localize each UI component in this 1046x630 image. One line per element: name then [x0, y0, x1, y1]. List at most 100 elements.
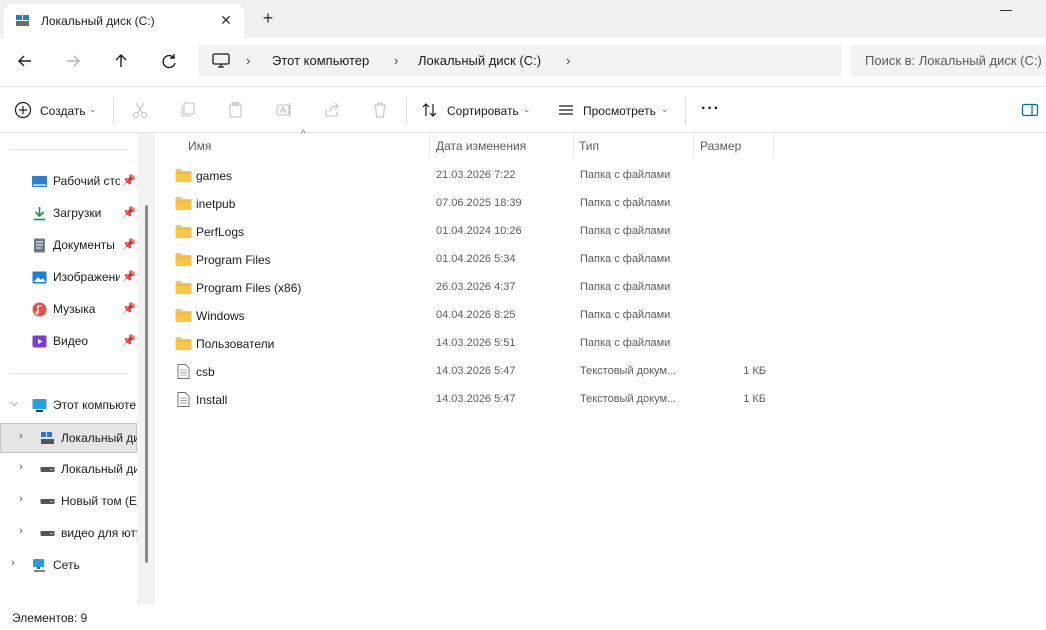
breadcrumb-local-disk[interactable]: Локальный диск (C:)	[418, 53, 541, 68]
file-type: Папка с файлами	[580, 253, 671, 265]
table-row[interactable]: Program Files (x86) 26.03.2026 4:37 Папка …	[169, 274, 774, 302]
paste-icon[interactable]	[227, 101, 245, 119]
file-date: 14.03.2026 5:47	[436, 393, 516, 405]
divider	[10, 373, 128, 374]
details-pane-icon[interactable]	[1021, 101, 1039, 119]
sidebar-item-label: Локальный ди	[61, 462, 137, 476]
sidebar-item-music[interactable]: Музыка 📌	[0, 295, 137, 323]
navigation-pane: Рабочий сто 📌 Загрузки 📌 Документы 📌 Изо…	[0, 133, 155, 605]
refresh-icon[interactable]	[158, 50, 180, 72]
column-divider[interactable]	[693, 133, 694, 157]
minimize-button[interactable]	[1000, 10, 1012, 11]
sidebar-item-label: Видео	[53, 334, 89, 348]
table-row[interactable]: Install 14.03.2026 5:47 Текстовый докум...…	[169, 386, 774, 414]
sidebar-item-downloads[interactable]: Загрузки 📌	[0, 199, 137, 227]
chevron-down-icon: ⌄	[89, 104, 97, 114]
sidebar-item-label: Локальный ди	[61, 431, 137, 445]
chevron-right-icon[interactable]: ›	[19, 525, 23, 537]
command-bar: Создать ⌄ Сортировать ⌄ Просмотреть ⌄ ··…	[0, 86, 1046, 133]
table-row[interactable]: PerfLogs 01.04.2024 10:26 Папка с файлами	[169, 218, 774, 246]
view-button[interactable]: Просмотреть	[583, 104, 656, 118]
chevron-right-icon[interactable]: ›	[19, 493, 23, 505]
sidebar-scrollbar[interactable]	[145, 205, 148, 563]
sidebar-item-video-drive[interactable]: › видео для юту	[0, 519, 137, 547]
pin-icon: 📌	[122, 271, 136, 283]
table-row[interactable]: Windows 04.04.2026 8:25 Папка с файлами	[169, 302, 774, 330]
cut-icon[interactable]	[131, 101, 149, 119]
network-icon	[33, 559, 45, 572]
folder-icon	[175, 336, 192, 351]
close-tab-button[interactable]: ✕	[218, 12, 234, 28]
sidebar-item-pictures[interactable]: Изображени 📌	[0, 263, 137, 291]
file-date: 14.03.2026 5:51	[436, 337, 516, 349]
breadcrumb-this-pc[interactable]: Этот компьютер	[272, 53, 369, 68]
file-name: PerfLogs	[196, 225, 245, 239]
trash-icon[interactable]	[371, 101, 389, 119]
sidebar-item-new-volume[interactable]: › Новый том (E	[0, 487, 137, 515]
video-icon	[32, 335, 47, 348]
folder-icon	[175, 168, 192, 183]
back-arrow-icon[interactable]	[14, 50, 36, 72]
create-button[interactable]: Создать	[40, 104, 86, 118]
sidebar-item-local-disk[interactable]: › Локальный ди	[0, 455, 137, 483]
column-header-date[interactable]: Дата изменения	[436, 139, 526, 153]
text-file-icon	[175, 392, 192, 407]
more-options-button[interactable]: ···	[701, 100, 720, 118]
desktop-icon	[32, 176, 47, 187]
table-row[interactable]: inetpub 07.06.2025 18:39 Папка с файлами	[169, 190, 774, 218]
file-date: 07.06.2025 18:39	[436, 197, 522, 209]
sidebar-item-local-disk-c[interactable]: › Локальный ди	[0, 423, 137, 453]
tab-local-disk[interactable]: Локальный диск (C:) ✕	[4, 4, 244, 38]
new-tab-button[interactable]: +	[259, 9, 277, 28]
table-row[interactable]: Пользователи 14.03.2026 5:51 Папка с файла…	[169, 330, 774, 358]
table-row[interactable]: csb 14.03.2026 5:47 Текстовый докум... 1 КБ	[169, 358, 774, 386]
forward-arrow-icon[interactable]	[62, 50, 84, 72]
column-divider[interactable]	[573, 133, 574, 157]
file-list: ^ Имя Дата изменения Тип Размер games 21.…	[155, 129, 1046, 605]
up-arrow-icon[interactable]	[110, 50, 132, 72]
chevron-right-icon[interactable]: ›	[19, 461, 23, 473]
file-type: Папка с файлами	[580, 309, 671, 321]
file-name: Program Files	[196, 253, 271, 267]
sidebar-item-videos[interactable]: Видео 📌	[0, 327, 137, 355]
sidebar-item-this-pc[interactable]: ⌵ Этот компьюте	[0, 391, 137, 419]
chevron-down-icon: ⌄	[661, 104, 669, 114]
table-row[interactable]: Program Files 01.04.2026 5:34 Папка с файл…	[169, 246, 774, 274]
sort-icon[interactable]	[421, 101, 439, 119]
column-header-type[interactable]: Тип	[579, 139, 599, 153]
file-type: Папка с файлами	[580, 337, 671, 349]
sort-button[interactable]: Сортировать	[447, 104, 519, 118]
column-header-size[interactable]: Размер	[700, 139, 741, 153]
rename-icon[interactable]	[275, 101, 293, 119]
chevron-right-icon[interactable]: ›	[19, 430, 23, 442]
divider	[685, 97, 686, 125]
file-date: 01.04.2024 10:26	[436, 225, 522, 237]
search-input[interactable]: Поиск в: Локальный диск (C:)	[850, 45, 1046, 77]
table-row[interactable]: games 21.03.2026 7:22 Папка с файлами	[169, 162, 774, 190]
sidebar-item-label: Этот компьюте	[53, 398, 137, 412]
chevron-right-icon[interactable]: ›	[11, 557, 15, 569]
item-count: Элементов: 9	[12, 611, 88, 625]
drive-icon	[40, 531, 55, 536]
pin-icon: 📌	[122, 239, 136, 251]
share-icon[interactable]	[323, 101, 341, 119]
sidebar-item-desktop[interactable]: Рабочий сто 📌	[0, 167, 137, 195]
folder-icon	[175, 252, 192, 267]
column-divider[interactable]	[773, 133, 774, 157]
sidebar-item-network[interactable]: › Сеть	[0, 551, 137, 579]
pictures-icon	[32, 271, 47, 284]
sort-ascending-icon: ^	[301, 129, 306, 140]
column-divider[interactable]	[429, 133, 430, 157]
breadcrumb[interactable]: › Этот компьютер › Локальный диск (C:) ›	[198, 45, 842, 77]
file-name: games	[196, 169, 233, 183]
chevron-down-icon[interactable]: ⌵	[10, 397, 18, 410]
breadcrumb-separator: ›	[246, 53, 251, 68]
view-icon[interactable]	[557, 101, 575, 119]
folder-icon	[175, 308, 192, 323]
column-header-name[interactable]: Имя	[188, 139, 211, 153]
breadcrumb-separator[interactable]: ›	[566, 53, 570, 68]
sidebar-item-documents[interactable]: Документы 📌	[0, 231, 137, 259]
title-bar: Локальный диск (C:) ✕ +	[0, 0, 1046, 38]
plus-circle-icon[interactable]	[14, 101, 32, 119]
copy-icon[interactable]	[179, 101, 197, 119]
